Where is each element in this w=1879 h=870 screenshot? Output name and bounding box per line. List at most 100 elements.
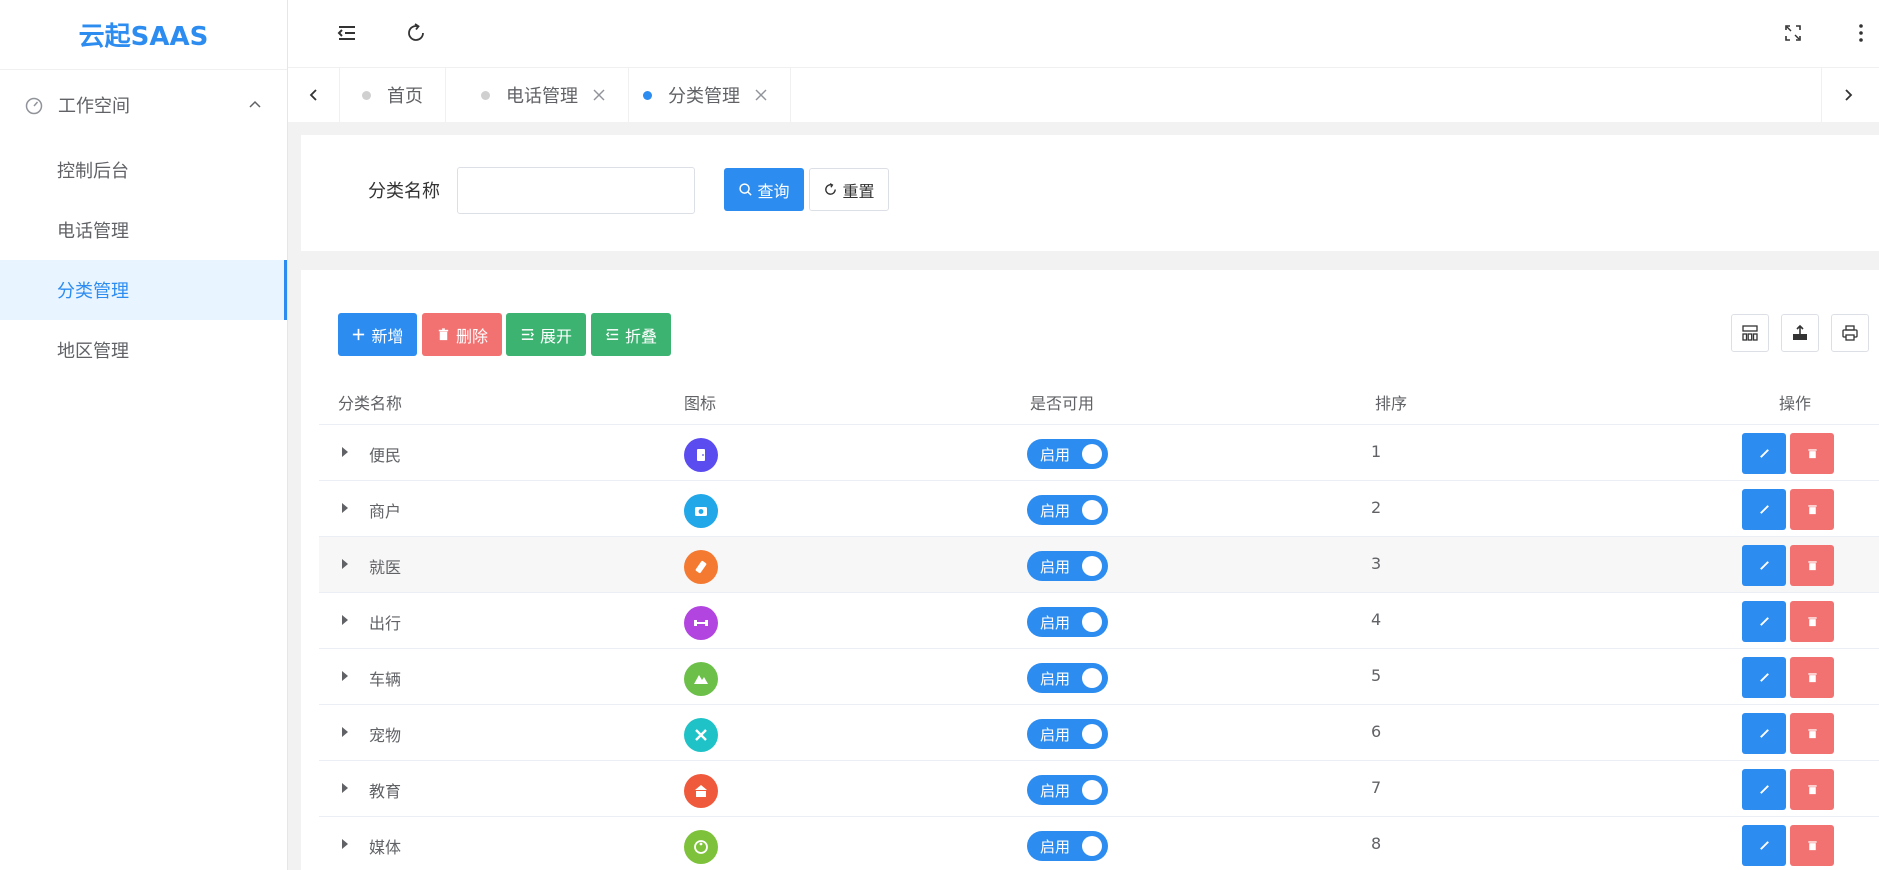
expand-caret-icon[interactable]	[342, 503, 348, 513]
sidebar-item-label: 分类管理	[57, 281, 129, 302]
tab-home[interactable]: 首页	[340, 68, 446, 122]
more-vertical-icon[interactable]	[1848, 20, 1874, 46]
export-button[interactable]	[1781, 314, 1819, 352]
close-icon[interactable]	[592, 88, 606, 102]
trash-icon	[1807, 785, 1817, 795]
refresh-icon[interactable]	[403, 20, 429, 46]
delete-row-button[interactable]	[1790, 601, 1834, 642]
expand-caret-icon[interactable]	[342, 615, 348, 625]
app-logo[interactable]: 云起SAAS	[0, 0, 287, 70]
sidebar-item-label: 电话管理	[57, 221, 129, 242]
close-icon[interactable]	[754, 88, 768, 102]
edit-button[interactable]	[1742, 489, 1786, 530]
switch-knob	[1082, 836, 1102, 856]
fold-button[interactable]: 折叠	[591, 313, 671, 356]
switch-label: 启用	[1040, 837, 1071, 856]
grid-icon	[1742, 325, 1758, 341]
tab-category[interactable]: 分类管理	[621, 68, 791, 122]
expand-caret-icon[interactable]	[342, 559, 348, 569]
sidebar-group-workspace[interactable]: 工作空间	[0, 70, 287, 140]
table-row: 教育 启用 7	[319, 761, 1879, 817]
delete-row-button[interactable]	[1790, 769, 1834, 810]
category-name-input[interactable]	[457, 167, 695, 214]
expand-caret-icon[interactable]	[342, 839, 348, 849]
trash-icon	[1807, 673, 1817, 683]
enabled-switch[interactable]: 启用	[1027, 439, 1108, 469]
expand-caret-icon[interactable]	[342, 783, 348, 793]
tab-phone[interactable]: 电话管理	[459, 68, 629, 122]
delete-row-button[interactable]	[1790, 545, 1834, 586]
mountain-icon	[684, 662, 718, 696]
tab-label: 电话管理	[506, 86, 578, 107]
sidebar-item-region[interactable]: 地区管理	[0, 320, 287, 380]
fullscreen-icon[interactable]	[1780, 20, 1806, 46]
edit-button[interactable]	[1742, 713, 1786, 754]
switch-knob	[1082, 668, 1102, 688]
sidebar-item-console[interactable]: 控制后台	[0, 140, 287, 200]
switch-label: 启用	[1040, 501, 1071, 520]
tools-icon	[684, 718, 718, 752]
switch-label: 启用	[1040, 445, 1071, 464]
expand-button-label: 展开	[539, 326, 572, 346]
delete-row-button[interactable]	[1790, 657, 1834, 698]
expand-button[interactable]: 展开	[506, 313, 586, 356]
edit-button[interactable]	[1742, 545, 1786, 586]
pencil-icon	[1759, 617, 1769, 626]
tabs-scroll-right-button[interactable]	[1821, 68, 1873, 122]
trash-icon	[438, 328, 449, 341]
delete-row-button[interactable]	[1790, 433, 1834, 474]
columns-toggle-button[interactable]	[1731, 314, 1769, 352]
chevron-up-icon[interactable]	[247, 96, 263, 112]
switch-knob	[1082, 780, 1102, 800]
column-header-sort: 排序	[1375, 394, 1408, 413]
tabs-scroll-left-button[interactable]	[288, 68, 340, 122]
delete-button[interactable]: 删除	[422, 313, 502, 356]
table-panel: 新增 删除 展开 折叠 分类名称 图标 是否可用 排序 操作 便民 启用 1 商…	[301, 270, 1879, 870]
sidebar-item-phone[interactable]: 电话管理	[0, 200, 287, 260]
category-name: 便民	[369, 446, 402, 465]
sidebar-item-category[interactable]: 分类管理	[0, 260, 287, 320]
delete-row-button[interactable]	[1790, 713, 1834, 754]
expand-caret-icon[interactable]	[342, 727, 348, 737]
column-header-name: 分类名称	[338, 394, 403, 413]
category-name: 媒体	[369, 838, 402, 857]
edit-button[interactable]	[1742, 433, 1786, 474]
add-button[interactable]: 新增	[338, 313, 417, 356]
tab-status-dot	[481, 90, 490, 100]
category-name: 商户	[369, 502, 402, 521]
edit-button[interactable]	[1742, 601, 1786, 642]
delete-row-button[interactable]	[1790, 825, 1834, 866]
yinyang-icon	[684, 830, 718, 864]
enabled-switch[interactable]: 启用	[1027, 719, 1108, 749]
expand-caret-icon[interactable]	[342, 671, 348, 681]
sort-value: 7	[1371, 778, 1382, 797]
chevron-right-icon	[1844, 89, 1852, 101]
trash-icon	[1807, 617, 1817, 627]
enabled-switch[interactable]: 启用	[1027, 831, 1108, 861]
enabled-switch[interactable]: 启用	[1027, 495, 1108, 525]
expand-caret-icon[interactable]	[342, 447, 348, 457]
pencil-icon	[1759, 673, 1769, 682]
sidebar-item-label: 地区管理	[57, 341, 129, 362]
dumbbell-icon	[684, 606, 718, 640]
edit-button[interactable]	[1742, 769, 1786, 810]
delete-row-button[interactable]	[1790, 489, 1834, 530]
print-button[interactable]	[1831, 314, 1869, 352]
switch-knob	[1082, 724, 1102, 744]
edit-button[interactable]	[1742, 657, 1786, 698]
enabled-switch[interactable]: 启用	[1027, 551, 1108, 581]
tabs-bar: 首页 电话管理 分类管理	[288, 68, 1879, 122]
door-icon	[684, 438, 718, 472]
top-bar	[288, 0, 1879, 68]
pencil-icon	[1759, 729, 1769, 738]
enabled-switch[interactable]: 启用	[1027, 775, 1108, 805]
switch-label: 启用	[1040, 669, 1071, 688]
menu-fold-icon[interactable]	[334, 20, 360, 46]
reset-button[interactable]: 重置	[809, 168, 889, 211]
enabled-switch[interactable]: 启用	[1027, 607, 1108, 637]
edit-button[interactable]	[1742, 825, 1786, 866]
query-button[interactable]: 查询	[724, 168, 804, 211]
chevron-left-icon	[309, 89, 317, 101]
tab-label: 分类管理	[668, 86, 740, 107]
enabled-switch[interactable]: 启用	[1027, 663, 1108, 693]
